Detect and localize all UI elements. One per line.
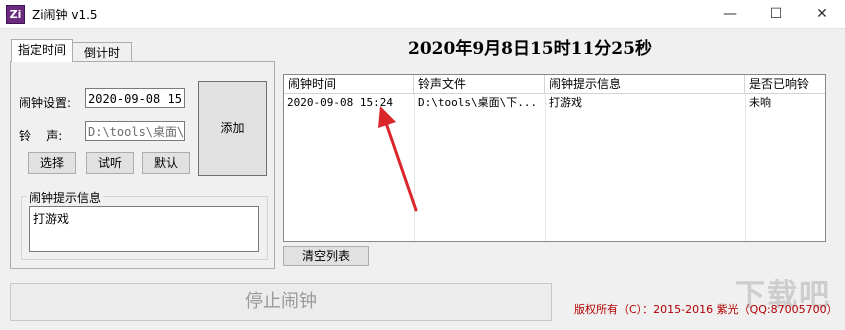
column-divider bbox=[745, 94, 746, 241]
alarm-list[interactable]: 闹钟时间 铃声文件 闹钟提示信息 是否已响铃 2020-09-08 15:24 … bbox=[283, 74, 826, 242]
current-time-display: 2020年9月8日15时11分25秒 bbox=[408, 39, 652, 59]
tab-countdown[interactable]: 倒计时 bbox=[72, 42, 132, 63]
column-header-ringtone-file[interactable]: 铃声文件 bbox=[414, 75, 545, 94]
tab-specified-time[interactable]: 指定时间 bbox=[11, 39, 73, 62]
cell-message: 打游戏 bbox=[549, 96, 582, 109]
alarm-setting-label: 闹钟设置: bbox=[19, 96, 72, 110]
message-group-legend: 闹钟提示信息 bbox=[27, 189, 104, 206]
cell-rung-status: 未响 bbox=[749, 96, 771, 109]
add-alarm-button[interactable]: 添加 bbox=[198, 81, 267, 176]
cell-ringtone-file: D:\tools\桌面\下... bbox=[418, 96, 538, 109]
maximize-button[interactable]: ☐ bbox=[753, 0, 799, 28]
window-title: Zi闹钟 v1.5 bbox=[32, 8, 98, 22]
alarm-time-input[interactable]: 2020-09-08 15:24 bbox=[85, 88, 185, 108]
minimize-button[interactable]: — bbox=[707, 0, 753, 28]
column-header-message[interactable]: 闹钟提示信息 bbox=[545, 75, 745, 94]
default-button[interactable]: 默认 bbox=[142, 152, 190, 174]
stop-alarm-button[interactable]: 停止闹钟 bbox=[10, 283, 552, 321]
app-icon: Zi bbox=[6, 5, 25, 24]
title-bar: Zi Zi闹钟 v1.5 — ☐ ✕ bbox=[0, 0, 845, 29]
audition-button[interactable]: 试听 bbox=[86, 152, 134, 174]
copyright-text: 版权所有（C）：2015-2016 紫光（QQ:87005700） bbox=[574, 303, 838, 316]
clear-list-button[interactable]: 清空列表 bbox=[283, 246, 369, 266]
message-textarea[interactable]: 打游戏 bbox=[29, 206, 259, 252]
column-header-alarm-time[interactable]: 闹钟时间 bbox=[284, 75, 414, 94]
annotation-arrow-icon bbox=[378, 106, 418, 212]
column-divider bbox=[545, 94, 546, 241]
table-row[interactable]: 2020-09-08 15:24 D:\tools\桌面\下... 打游戏 未响 bbox=[284, 94, 825, 111]
column-header-rung[interactable]: 是否已响铃 bbox=[745, 75, 825, 94]
choose-button[interactable]: 选择 bbox=[28, 152, 76, 174]
ringtone-path-field[interactable]: D:\tools\桌面\下载 bbox=[85, 121, 185, 141]
ringtone-label: 铃 声: bbox=[19, 129, 63, 143]
close-button[interactable]: ✕ bbox=[799, 0, 845, 28]
